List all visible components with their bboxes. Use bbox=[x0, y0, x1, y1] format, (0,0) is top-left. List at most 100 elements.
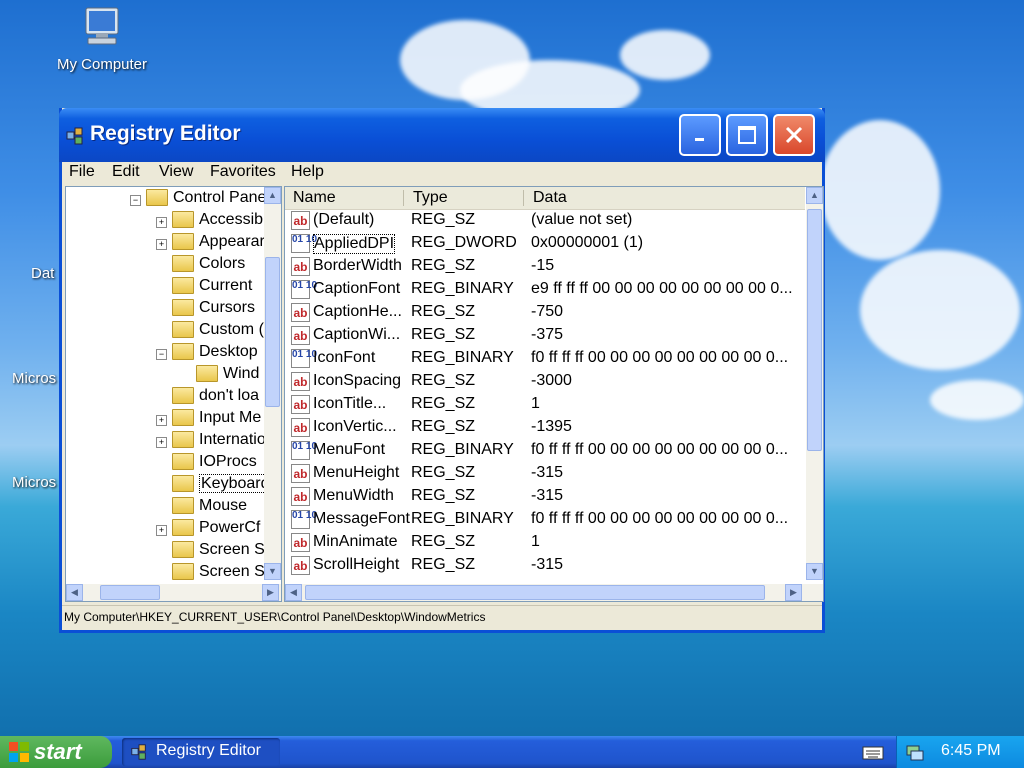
scroll-left-arrow[interactable]: ◀ bbox=[66, 584, 83, 601]
scroll-up-arrow[interactable]: ▲ bbox=[264, 187, 281, 204]
scroll-thumb[interactable] bbox=[100, 585, 160, 600]
tree-item-label: Control Pane bbox=[173, 189, 267, 206]
list-item[interactable]: ab IconSpacing REG_SZ -3000 bbox=[285, 370, 805, 393]
minimize-button[interactable] bbox=[679, 114, 721, 156]
tree-item[interactable]: Screen S bbox=[172, 541, 265, 563]
tree-horizontal-scrollbar[interactable]: ◀ ▶ bbox=[66, 584, 281, 601]
list-item[interactable]: 01 10 IconFont REG_BINARY f0 ff ff ff 00 00… bbox=[285, 347, 805, 370]
scroll-up-arrow[interactable]: ▲ bbox=[806, 187, 823, 204]
taskbar-item-registry-editor[interactable]: Registry Editor bbox=[122, 738, 280, 766]
list-item[interactable]: 01 10 MessageFont REG_BINARY f0 ff ff ff 00… bbox=[285, 508, 805, 531]
menu-favorites[interactable]: Favorites bbox=[210, 163, 276, 181]
menu-file[interactable]: File bbox=[69, 163, 95, 181]
desktop-partial-label[interactable]: Micros bbox=[12, 474, 56, 491]
value-name: BorderWidth bbox=[313, 257, 402, 274]
value-name: MinAnimate bbox=[313, 533, 398, 550]
my-computer-label: My Computer bbox=[56, 56, 148, 73]
list-vertical-scrollbar[interactable]: ▲ ▼ bbox=[806, 187, 823, 580]
my-computer-desktop-icon[interactable]: My Computer bbox=[50, 4, 154, 73]
scroll-right-arrow[interactable]: ▶ bbox=[262, 584, 279, 601]
string-value-icon: ab bbox=[291, 487, 310, 506]
list-item[interactable]: ab BorderWidth REG_SZ -15 bbox=[285, 255, 805, 278]
maximize-button[interactable] bbox=[726, 114, 768, 156]
tree-item[interactable]: Custom ( bbox=[172, 321, 264, 343]
values-list[interactable]: Name Type Data ab (Default) REG_SZ (value n… bbox=[284, 186, 824, 602]
list-item[interactable]: 01 10 CaptionFont REG_BINARY e9 ff ff ff 00… bbox=[285, 278, 805, 301]
collapse-icon[interactable]: − bbox=[156, 349, 167, 360]
tree-vertical-scrollbar[interactable]: ▲ ▼ bbox=[264, 187, 281, 580]
list-horizontal-scrollbar[interactable]: ◀ ▶ bbox=[285, 584, 823, 601]
cloud bbox=[860, 250, 1020, 370]
list-item[interactable]: ab CaptionWi... REG_SZ -375 bbox=[285, 324, 805, 347]
list-item[interactable]: ab MenuWidth REG_SZ -315 bbox=[285, 485, 805, 508]
cloud bbox=[620, 30, 710, 80]
tree-item[interactable]: Keyboard bbox=[172, 474, 272, 497]
string-value-icon: ab bbox=[291, 326, 310, 345]
title-bar[interactable]: Registry Editor bbox=[59, 108, 825, 162]
value-data: -315 bbox=[531, 487, 564, 504]
value-type: REG_DWORD bbox=[411, 234, 517, 251]
column-name[interactable]: Name bbox=[293, 189, 336, 207]
menu-view[interactable]: View bbox=[159, 163, 193, 181]
tree-item[interactable]: + PowerCf bbox=[156, 519, 260, 541]
string-value-icon: ab bbox=[291, 372, 310, 391]
tree-item[interactable]: − Desktop bbox=[156, 343, 258, 365]
status-path: My Computer\HKEY_CURRENT_USER\Control Pa… bbox=[64, 610, 486, 624]
tree-item[interactable]: Screen S bbox=[172, 563, 265, 585]
network-icon[interactable] bbox=[905, 742, 925, 762]
clock[interactable]: 6:45 PM bbox=[941, 742, 1001, 760]
tree-item[interactable]: + Accessib bbox=[156, 211, 263, 233]
tree-item[interactable]: + Internatio bbox=[156, 431, 266, 453]
expand-icon[interactable]: + bbox=[156, 217, 167, 228]
tree-item[interactable]: Colors bbox=[172, 255, 245, 277]
list-item[interactable]: 01 10 MenuFont REG_BINARY f0 ff ff ff 00 00… bbox=[285, 439, 805, 462]
value-data: f0 ff ff ff 00 00 00 00 00 00 00 00 0... bbox=[531, 349, 789, 366]
tree-item[interactable]: Cursors bbox=[172, 299, 255, 321]
scroll-down-arrow[interactable]: ▼ bbox=[806, 563, 823, 580]
list-item[interactable]: ab (Default) REG_SZ (value not set) bbox=[285, 209, 805, 232]
scroll-left-arrow[interactable]: ◀ bbox=[285, 584, 302, 601]
open-folder-icon bbox=[196, 365, 218, 383]
list-item[interactable]: ab MenuHeight REG_SZ -315 bbox=[285, 462, 805, 485]
tree-item[interactable]: Current bbox=[172, 277, 252, 299]
desktop-partial-label[interactable]: Dat bbox=[31, 265, 54, 282]
list-item[interactable]: ab CaptionHe... REG_SZ -750 bbox=[285, 301, 805, 324]
list-item[interactable]: ab IconVertic... REG_SZ -1395 bbox=[285, 416, 805, 439]
tree-item-label: Cursors bbox=[199, 299, 256, 316]
collapse-icon[interactable]: − bbox=[130, 195, 141, 206]
menu-edit[interactable]: Edit bbox=[112, 163, 140, 181]
list-item[interactable]: ab IconTitle... REG_SZ 1 bbox=[285, 393, 805, 416]
scroll-thumb[interactable] bbox=[305, 585, 765, 600]
scroll-down-arrow[interactable]: ▼ bbox=[264, 563, 281, 580]
tree-item[interactable]: Wind bbox=[196, 365, 259, 387]
scroll-right-arrow[interactable]: ▶ bbox=[785, 584, 802, 601]
desktop-partial-label[interactable]: Micros bbox=[12, 370, 56, 387]
window-title: Registry Editor bbox=[90, 122, 241, 145]
value-type: REG_SZ bbox=[411, 257, 476, 274]
list-item[interactable]: ab ScrollHeight REG_SZ -315 bbox=[285, 554, 805, 577]
key-tree[interactable]: − Control Pane + Accessib + Appearar Colors Cur… bbox=[65, 186, 282, 602]
keyboard-icon[interactable] bbox=[862, 744, 884, 760]
tree-item[interactable]: + Appearar bbox=[156, 233, 265, 255]
tree-item[interactable]: IOProcs bbox=[172, 453, 257, 475]
start-button[interactable]: start bbox=[0, 736, 112, 768]
expand-icon[interactable]: + bbox=[156, 239, 167, 250]
value-data: -375 bbox=[531, 326, 564, 343]
menu-help[interactable]: Help bbox=[291, 163, 324, 181]
tree-item[interactable]: + Input Me bbox=[156, 409, 261, 431]
value-name: CaptionWi... bbox=[313, 326, 401, 343]
tree-item[interactable]: Mouse bbox=[172, 497, 247, 519]
tree-item[interactable]: − Control Pane bbox=[130, 189, 267, 211]
value-name: AppliedDPI bbox=[313, 234, 396, 254]
scroll-thumb[interactable] bbox=[265, 257, 280, 407]
expand-icon[interactable]: + bbox=[156, 437, 167, 448]
list-item[interactable]: 01 10 AppliedDPI REG_DWORD 0x00000001 (1) bbox=[285, 232, 805, 255]
scroll-thumb[interactable] bbox=[807, 209, 822, 451]
column-type[interactable]: Type bbox=[413, 189, 448, 207]
close-button[interactable] bbox=[773, 114, 815, 156]
expand-icon[interactable]: + bbox=[156, 525, 167, 536]
list-item[interactable]: ab MinAnimate REG_SZ 1 bbox=[285, 531, 805, 554]
column-data[interactable]: Data bbox=[533, 189, 567, 207]
expand-icon[interactable]: + bbox=[156, 415, 167, 426]
tree-item[interactable]: don't loa bbox=[172, 387, 259, 409]
